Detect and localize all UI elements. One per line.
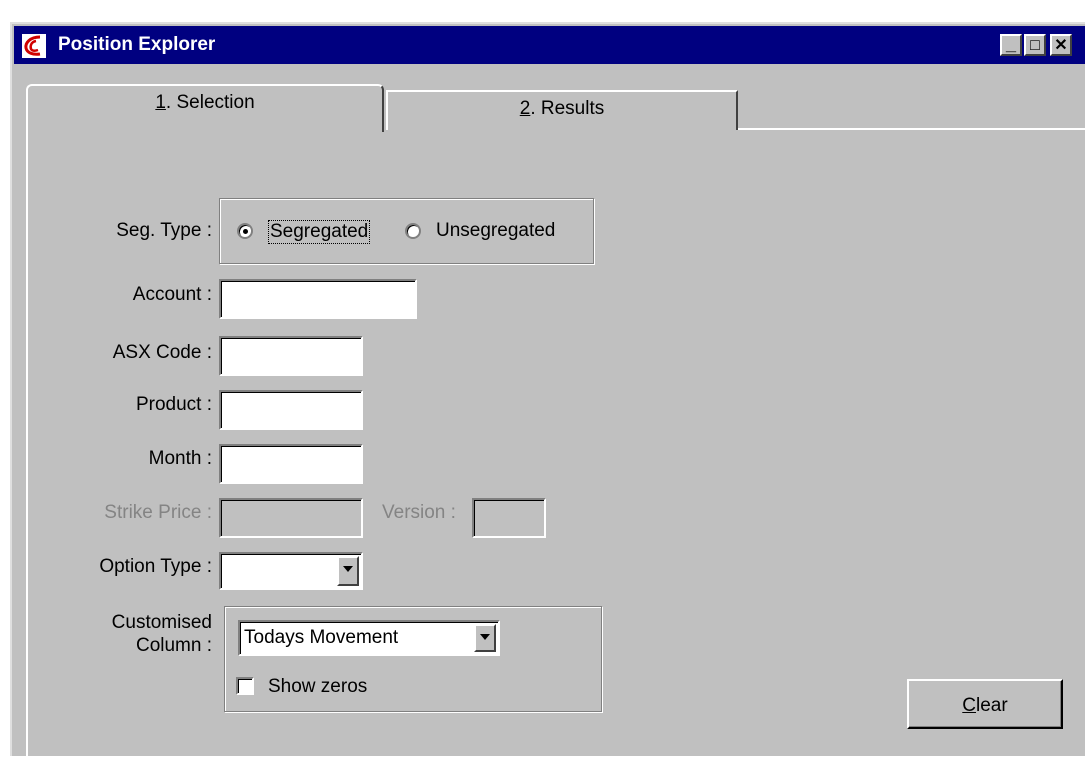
- customised-column-value: Todays Movement: [244, 627, 399, 648]
- strike-price-label: Strike Price :: [104, 502, 212, 523]
- tab-selection[interactable]: 1. Selection: [26, 84, 384, 132]
- strike-price-field[interactable]: [219, 498, 363, 538]
- product-field[interactable]: [219, 390, 363, 430]
- unsegregated-radio[interactable]: [405, 223, 421, 239]
- maximize-button[interactable]: □: [1024, 34, 1046, 56]
- minimize-button[interactable]: _: [1000, 34, 1022, 56]
- version-field[interactable]: [472, 498, 546, 538]
- asx-code-field[interactable]: [219, 336, 363, 376]
- tab-strip-border: [738, 128, 1085, 130]
- title-bar[interactable]: Position Explorer _ □ ✕: [14, 26, 1085, 64]
- account-label: Account :: [132, 284, 212, 305]
- unsegregated-label[interactable]: Unsegregated: [436, 220, 555, 242]
- month-field[interactable]: [219, 444, 363, 484]
- show-zeros-label[interactable]: Show zeros: [268, 676, 367, 698]
- tab-results-label: . Results: [530, 98, 605, 119]
- version-label: Version :: [382, 502, 456, 523]
- position-explorer-window: Position Explorer _ □ ✕ 1. Selection 2. …: [10, 22, 1085, 758]
- maximize-icon: □: [1030, 37, 1040, 54]
- segregated-label[interactable]: Segregated: [268, 220, 371, 244]
- close-button[interactable]: ✕: [1050, 34, 1072, 56]
- account-field[interactable]: [219, 279, 417, 319]
- clear-button-label: lear: [976, 695, 1008, 716]
- minimize-icon: _: [1005, 34, 1016, 54]
- close-icon: ✕: [1054, 37, 1068, 54]
- show-zeros-checkbox[interactable]: [236, 677, 254, 695]
- seg-type-label: Seg. Type :: [116, 220, 212, 241]
- option-type-dropdown-button[interactable]: [337, 556, 359, 586]
- tab-results-mnemonic: 2: [519, 98, 531, 119]
- asx-code-label: ASX Code :: [112, 342, 212, 363]
- customised-column-select[interactable]: Todays Movement: [238, 620, 500, 656]
- option-type-label: Option Type :: [99, 556, 212, 577]
- month-label: Month :: [148, 448, 212, 469]
- window-title: Position Explorer: [58, 34, 216, 55]
- tab-selection-mnemonic: 1: [155, 92, 166, 113]
- app-logo-icon: [22, 34, 46, 58]
- segregated-radio[interactable]: [237, 223, 253, 239]
- radio-selected-dot: [243, 229, 248, 234]
- option-type-select[interactable]: [219, 552, 363, 590]
- clear-button-mnemonic: C: [962, 695, 977, 716]
- customised-column-dropdown-button[interactable]: [474, 624, 496, 652]
- product-label: Product :: [135, 394, 212, 415]
- tab-selection-label: . Selection: [165, 92, 255, 113]
- customised-column-label-line2: Column :: [135, 635, 212, 656]
- tab-results[interactable]: 2. Results: [386, 90, 738, 130]
- clear-button[interactable]: Clear: [907, 679, 1063, 729]
- customised-column-label-line1: Customised: [111, 612, 212, 633]
